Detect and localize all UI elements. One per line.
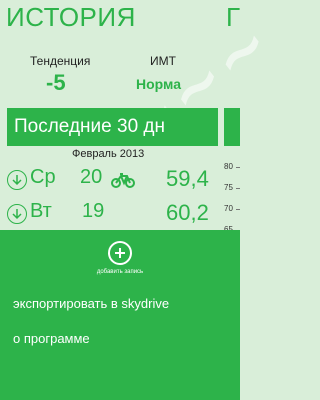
plus-icon bbox=[115, 248, 125, 258]
menu-item-about[interactable]: о программе bbox=[13, 331, 90, 346]
axis-tick-mark bbox=[236, 167, 240, 168]
page-title: ИСТОРИЯ bbox=[6, 2, 136, 32]
bmi-label: ИМТ bbox=[150, 54, 176, 68]
entry-weight: 59,4 bbox=[166, 166, 209, 191]
add-entry-button[interactable] bbox=[108, 241, 132, 265]
axis-tick-label: 80 bbox=[224, 162, 233, 171]
history-entry-row[interactable]: Ср 20 59,4 bbox=[7, 166, 217, 194]
axis-tick-mark bbox=[236, 188, 240, 189]
month-header: Февраль 2013 bbox=[72, 148, 145, 160]
tendency-label: Тенденция bbox=[30, 54, 91, 68]
bicycle-icon bbox=[111, 172, 135, 192]
entry-day: Ср bbox=[30, 166, 56, 188]
axis-tick-label: 75 bbox=[224, 183, 233, 192]
menu-item-export-skydrive[interactable]: экспортировать в skydrive bbox=[13, 296, 169, 311]
entry-date: 19 bbox=[82, 200, 105, 222]
arrow-down-circle-icon bbox=[7, 170, 27, 190]
entry-weight: 60,2 bbox=[166, 200, 209, 225]
next-page-title-peek[interactable]: Г bbox=[226, 2, 241, 33]
bmi-value: Норма bbox=[136, 76, 181, 92]
history-entry-row[interactable]: Вт 19 60,2 bbox=[7, 200, 217, 228]
axis-tick-mark bbox=[236, 209, 240, 210]
entry-day: Вт bbox=[30, 200, 52, 222]
add-entry-label: добавить запись bbox=[96, 269, 144, 275]
period-selector[interactable]: Последние 30 дн bbox=[7, 108, 218, 146]
tendency-value: -5 bbox=[46, 70, 66, 95]
arrow-down-circle-icon bbox=[7, 204, 27, 224]
axis-tick-label: 70 bbox=[224, 204, 233, 213]
next-panel-period-peek[interactable] bbox=[224, 108, 240, 146]
entry-date: 20 bbox=[80, 166, 103, 188]
